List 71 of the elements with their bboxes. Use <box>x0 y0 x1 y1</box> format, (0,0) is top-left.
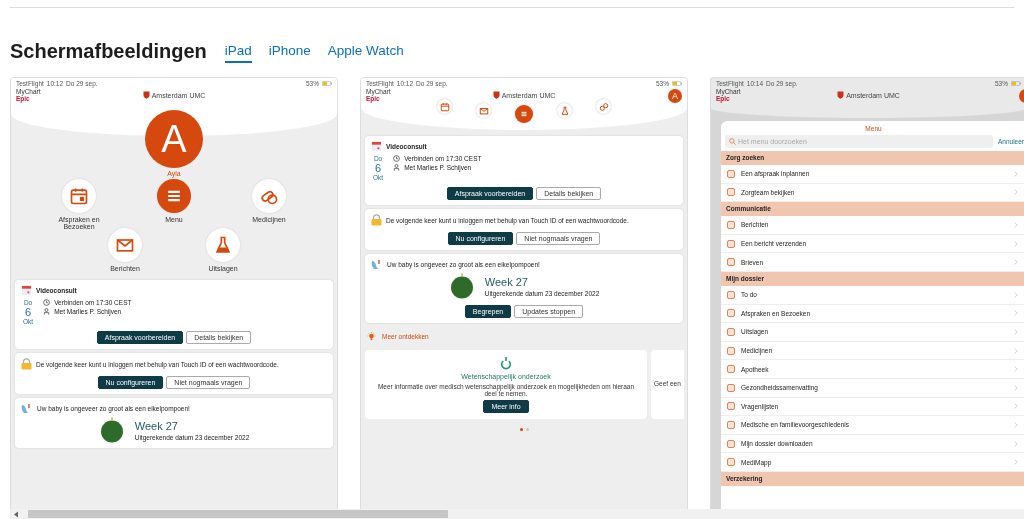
chevron-icon <box>1014 440 1018 447</box>
clock-icon <box>393 155 401 162</box>
shortcut-button[interactable] <box>476 103 491 118</box>
scroll-left-icon[interactable] <box>13 510 19 518</box>
page-dot[interactable] <box>525 428 529 432</box>
page-dot[interactable] <box>519 428 523 432</box>
shortcut-button[interactable] <box>557 103 572 118</box>
person-icon <box>393 164 401 171</box>
chevron-icon <box>1014 403 1018 410</box>
avatar[interactable]: A <box>668 89 682 103</box>
launcher-button[interactable] <box>157 179 191 213</box>
search-icon <box>729 138 736 145</box>
section-heading: Schermafbeeldingen <box>10 39 207 63</box>
pregnancy-week: Week 27 <box>484 275 529 288</box>
date-day: 6 <box>25 306 32 319</box>
chevron-icon <box>1014 366 1018 373</box>
envelope-icon <box>478 105 489 116</box>
chevron-icon <box>1014 189 1018 196</box>
calendar-icon <box>21 285 32 296</box>
menu-item-icon <box>727 188 735 197</box>
scrollbar-thumb[interactable] <box>28 510 448 518</box>
calendar-icon <box>439 101 450 112</box>
shield-icon <box>142 91 150 99</box>
battery-icon <box>1011 81 1021 86</box>
chevron-icon <box>1014 421 1018 428</box>
calendar-icon <box>69 186 89 206</box>
chevron-icon <box>1014 384 1018 391</box>
menu-item-icon <box>727 439 735 448</box>
device-tab[interactable]: iPad <box>224 43 252 63</box>
lightbulb-icon <box>367 332 376 342</box>
person-icon <box>43 308 51 315</box>
battery-icon <box>322 81 332 86</box>
battery-icon <box>672 81 682 86</box>
chevron-icon <box>1014 328 1018 335</box>
flask-icon <box>213 235 233 255</box>
chevron-icon <box>1014 310 1018 317</box>
padlock-icon <box>21 358 32 371</box>
device-tab[interactable]: iPhone <box>268 43 311 63</box>
chevron-icon <box>1014 240 1018 247</box>
menu-item-icon <box>727 221 735 229</box>
menu-item-icon <box>727 346 735 355</box>
shield-icon <box>492 91 500 99</box>
menu-icon <box>519 109 529 119</box>
chevron-icon <box>1014 170 1018 177</box>
chevron-icon <box>1014 222 1018 228</box>
shortcut-button[interactable] <box>437 99 452 114</box>
pumpkin-icon <box>98 417 125 444</box>
chevron-icon <box>1014 459 1018 466</box>
padlock-icon <box>371 214 382 227</box>
chevron-icon <box>1014 347 1018 354</box>
flask-icon <box>559 105 570 116</box>
launcher-button[interactable] <box>252 179 286 213</box>
clock-icon <box>43 299 51 306</box>
pumpkin-icon <box>448 273 475 300</box>
menu-item-icon <box>727 169 735 178</box>
menu-item-icon <box>727 239 735 248</box>
launcher-button[interactable] <box>108 228 142 262</box>
menu-item-icon <box>727 258 735 267</box>
launcher-button[interactable] <box>62 179 96 213</box>
chevron-icon <box>1014 259 1018 266</box>
shortcut-button[interactable] <box>515 105 533 123</box>
menu-item-icon <box>727 458 735 467</box>
calendar-icon <box>371 141 382 152</box>
shield-icon <box>837 91 845 99</box>
avatar[interactable]: A <box>145 110 203 168</box>
menu-item-icon <box>727 290 735 299</box>
date-day: 6 <box>375 162 382 175</box>
chevron-icon <box>1014 291 1018 298</box>
launcher-button[interactable] <box>206 228 240 262</box>
device-tab[interactable]: Apple Watch <box>327 43 404 63</box>
pregnancy-week: Week 27 <box>134 419 179 432</box>
